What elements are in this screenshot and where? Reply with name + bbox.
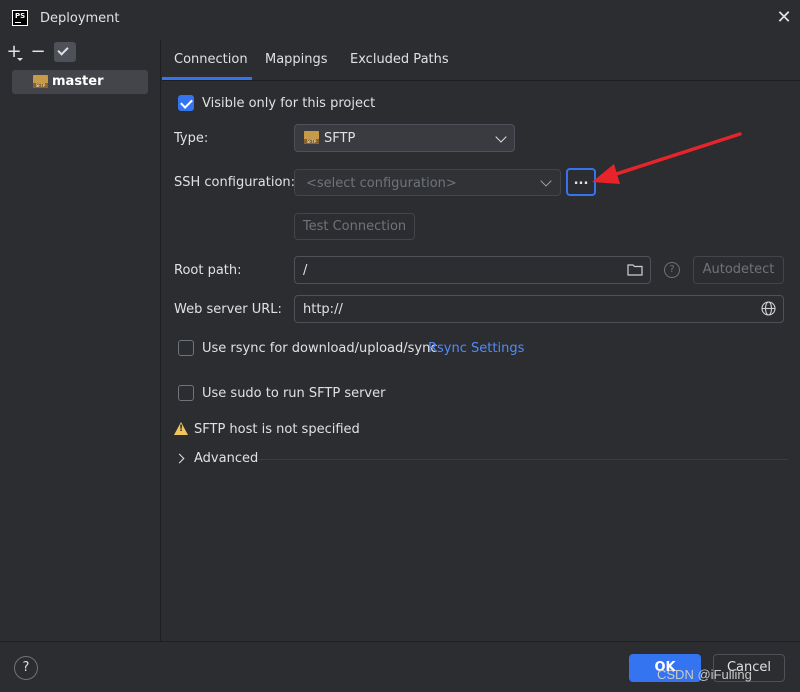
- tab-mappings[interactable]: Mappings: [265, 52, 328, 67]
- watermark: CSDN @iFulling: [657, 667, 752, 682]
- sftp-type-icon: [304, 131, 319, 144]
- warning-icon: [174, 422, 188, 435]
- phpstorm-icon: PS: [12, 10, 28, 26]
- minus-icon[interactable]: −: [28, 42, 48, 62]
- close-icon[interactable]: ✕: [774, 8, 794, 28]
- web-server-url-label: Web server URL:: [174, 302, 282, 317]
- root-path-label: Root path:: [174, 263, 242, 278]
- root-path-input[interactable]: [294, 256, 651, 284]
- ssh-configuration-placeholder: <select configuration>: [306, 176, 457, 191]
- dropdown-arrow-icon: [17, 58, 23, 61]
- window-title: Deployment: [40, 11, 120, 26]
- server-item-label: master: [52, 74, 104, 89]
- advanced-divider: [258, 459, 788, 460]
- title-bar: [0, 0, 800, 40]
- type-value: SFTP: [324, 131, 356, 146]
- rsync-settings-link[interactable]: Rsync Settings: [428, 341, 524, 356]
- test-connection-button[interactable]: Test Connection: [294, 213, 415, 240]
- checkmark-icon: [57, 44, 69, 56]
- warning-message: SFTP host is not specified: [194, 422, 360, 437]
- chevron-right-icon[interactable]: [174, 453, 185, 464]
- use-sudo-checkbox[interactable]: [178, 385, 194, 401]
- server-list-panel: [0, 40, 161, 641]
- web-server-url-value: http://: [303, 302, 343, 317]
- folder-icon[interactable]: [627, 263, 643, 276]
- annotation-arrow: [592, 132, 742, 184]
- tab-excluded-paths[interactable]: Excluded Paths: [350, 52, 449, 67]
- type-label: Type:: [174, 131, 209, 146]
- set-default-button[interactable]: [54, 42, 76, 62]
- sftp-server-icon: [33, 75, 48, 88]
- footer-divider: [0, 641, 800, 642]
- autodetect-button[interactable]: Autodetect: [693, 256, 784, 284]
- globe-icon[interactable]: [761, 301, 776, 316]
- visible-only-checkbox[interactable]: [178, 95, 194, 111]
- web-server-url-input[interactable]: [294, 295, 784, 323]
- active-tab-indicator: [162, 77, 252, 80]
- help-button[interactable]: ?: [14, 656, 38, 680]
- use-rsync-checkbox[interactable]: [178, 340, 194, 356]
- use-rsync-label: Use rsync for download/upload/sync: [202, 341, 438, 356]
- advanced-section-toggle[interactable]: Advanced: [194, 451, 258, 466]
- ssh-configuration-label: SSH configuration:: [174, 175, 296, 190]
- root-path-value: /: [303, 263, 308, 278]
- tab-connection[interactable]: Connection: [174, 52, 248, 67]
- tab-bar: [162, 40, 800, 81]
- use-sudo-label: Use sudo to run SFTP server: [202, 386, 386, 401]
- visible-only-label: Visible only for this project: [202, 96, 376, 111]
- help-icon[interactable]: ?: [664, 262, 680, 278]
